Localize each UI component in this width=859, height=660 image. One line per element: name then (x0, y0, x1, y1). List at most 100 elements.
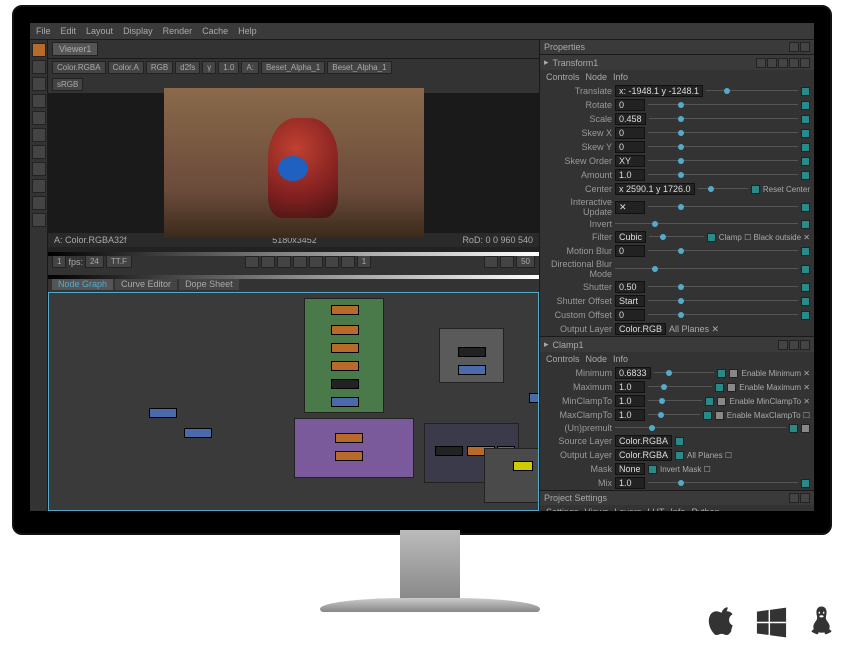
color-swatch[interactable] (717, 397, 726, 406)
timeline[interactable] (48, 270, 539, 275)
param-slider[interactable] (698, 185, 748, 193)
anim-btn[interactable] (751, 185, 760, 194)
param-value[interactable]: 1.0 (615, 409, 645, 421)
tc-mode[interactable]: TT.F (106, 255, 132, 268)
goto-first-btn[interactable] (245, 256, 259, 268)
outlayer-value[interactable]: Color.RGB (615, 323, 666, 335)
frame-current[interactable]: 1 (357, 255, 371, 268)
menu-cache[interactable]: Cache (202, 26, 228, 36)
menu-layout[interactable]: Layout (86, 26, 113, 36)
anim-btn[interactable] (801, 283, 810, 292)
out-btn[interactable] (500, 256, 514, 268)
param-slider[interactable] (648, 411, 700, 419)
param-slider[interactable] (648, 311, 798, 319)
menu-render[interactable]: Render (163, 26, 193, 36)
node-3[interactable] (331, 343, 359, 353)
backdrop-green[interactable] (304, 298, 384, 413)
tool-3[interactable] (32, 77, 46, 91)
node-p2[interactable] (335, 451, 363, 461)
color-swatch[interactable] (715, 411, 724, 420)
param-value[interactable]: 0 (615, 99, 645, 111)
proj-btn-2[interactable] (800, 493, 810, 503)
ptab-settings[interactable]: Settings (546, 507, 579, 511)
node-4[interactable] (331, 361, 359, 371)
param-value[interactable]: ✕ (615, 201, 645, 214)
node-out[interactable] (529, 393, 539, 403)
tab-curve-editor[interactable]: Curve Editor (115, 278, 177, 290)
node-l2[interactable] (184, 428, 212, 438)
anim-btn[interactable] (717, 369, 726, 378)
anim-btn[interactable] (801, 203, 810, 212)
ptab-info[interactable]: Info (670, 507, 685, 511)
menu-help[interactable]: Help (238, 26, 257, 36)
input-a-node[interactable]: Beset_Alpha_1 (261, 61, 325, 74)
param-slider[interactable] (648, 479, 798, 487)
tab-node[interactable]: Node (586, 72, 608, 82)
anim-btn[interactable] (801, 115, 810, 124)
tool-1[interactable] (32, 43, 46, 57)
ptab-python[interactable]: Python (691, 507, 719, 511)
node-g1[interactable] (458, 347, 486, 357)
panel-btn-c[interactable] (789, 58, 799, 68)
anim-btn[interactable] (801, 129, 810, 138)
param-extra[interactable]: Clamp ☐ Black outside ✕ (719, 233, 810, 242)
param-slider[interactable] (649, 233, 704, 241)
panel-btn-d[interactable] (800, 58, 810, 68)
anim-btn[interactable] (789, 424, 798, 433)
gain-field[interactable]: d2fs (175, 61, 200, 74)
tool-8[interactable] (32, 162, 46, 176)
channel-1-select[interactable]: Color.RGBA (52, 61, 106, 74)
node-l1[interactable] (149, 408, 177, 418)
color-sw-1[interactable] (756, 58, 766, 68)
node-p1[interactable] (335, 433, 363, 443)
backdrop-grey[interactable] (439, 328, 504, 383)
play-fwd-btn[interactable] (325, 256, 339, 268)
node-g2[interactable] (458, 365, 486, 375)
param-value[interactable]: 0 (615, 127, 645, 139)
param-value[interactable]: Color.RGBA (615, 449, 672, 461)
param-value[interactable]: 0.458 (615, 113, 646, 125)
anim-btn[interactable] (715, 383, 724, 392)
tool-7[interactable] (32, 145, 46, 159)
tool-5[interactable] (32, 111, 46, 125)
anim-btn[interactable] (801, 247, 810, 256)
param-slider[interactable] (648, 157, 798, 165)
step-back-btn[interactable] (277, 256, 291, 268)
param-slider[interactable] (648, 297, 798, 305)
param-slider[interactable] (615, 424, 786, 432)
param-extra[interactable]: Enable MaxClampTo ☐ (727, 411, 810, 420)
param-value[interactable]: 1.0 (615, 381, 645, 393)
param-slider[interactable] (648, 129, 798, 137)
node-2[interactable] (331, 325, 359, 335)
tab-controls[interactable]: Controls (546, 72, 580, 82)
gamma-toggle[interactable]: γ (202, 61, 216, 74)
panel-btn-e[interactable] (789, 340, 799, 350)
color-swatch[interactable] (729, 369, 738, 378)
param-slider[interactable] (648, 283, 798, 291)
param-value[interactable]: 0.6833 (615, 367, 651, 379)
param-value[interactable]: None (615, 463, 645, 475)
input-b-node[interactable]: Beset_Alpha_1 (327, 61, 391, 74)
param-slider[interactable] (648, 101, 798, 109)
param-slider[interactable] (648, 143, 798, 151)
colorspace-select[interactable]: RGB (146, 61, 173, 74)
param-value[interactable]: 0 (615, 141, 645, 153)
param-extra[interactable]: Enable Minimum ✕ (741, 369, 810, 378)
anim-btn[interactable] (801, 171, 810, 180)
anim-btn[interactable] (703, 411, 712, 420)
param-value[interactable]: 1.0 (615, 395, 645, 407)
thumbnail-preview[interactable] (484, 448, 539, 503)
anim-btn[interactable] (801, 101, 810, 110)
ptab-lut[interactable]: LUT (647, 507, 664, 511)
param-value[interactable]: Cubic (615, 231, 646, 243)
param-value[interactable]: x: -1948.1 y -1248.1 (615, 85, 703, 97)
tab-dope-sheet[interactable]: Dope Sheet (179, 278, 239, 290)
node-thumb[interactable] (513, 461, 533, 471)
param-slider[interactable] (648, 397, 702, 405)
viewport[interactable]: 960.540 (48, 93, 539, 233)
param-value[interactable]: Start (615, 295, 645, 307)
param-slider[interactable] (648, 383, 712, 391)
tool-11[interactable] (32, 213, 46, 227)
node-6[interactable] (331, 397, 359, 407)
tool-2[interactable] (32, 60, 46, 74)
